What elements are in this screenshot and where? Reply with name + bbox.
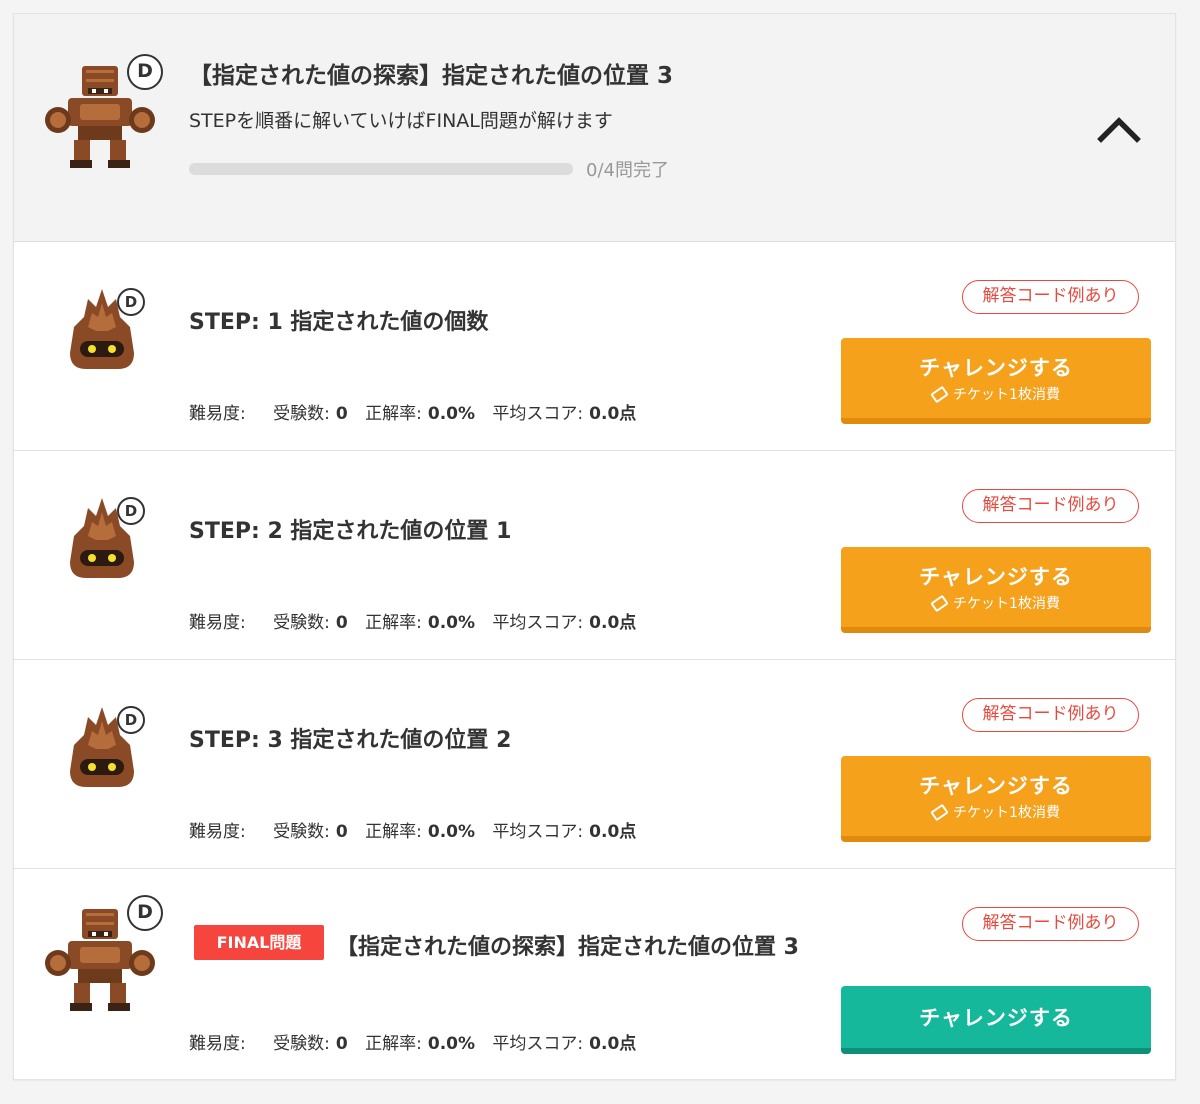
ticket-icon [930, 385, 949, 404]
final-row: D FINAL問題 【指定された値の探索】指定された値の位置 3 難易度: 受験… [14, 869, 1175, 1081]
ticket-icon [930, 803, 949, 822]
challenge-button[interactable]: チャレンジする チケット1枚消費 [841, 756, 1151, 842]
final-title: 【指定された値の探索】指定された値の位置 3 [336, 935, 799, 960]
accuracy-value: 0.0% [427, 822, 476, 842]
accuracy-value: 0.0% [427, 404, 476, 424]
step-stats: 難易度: 受験数: 0 正解率: 0.0% 平均スコア: 0.0点 [189, 399, 648, 424]
step-stats: 難易度: 受験数: 0 正解率: 0.0% 平均スコア: 0.0点 [189, 817, 648, 842]
accuracy-value: 0.0% [427, 613, 476, 633]
examinees-label: 受験数: [273, 1034, 330, 1054]
accuracy-label: 正解率: [365, 822, 422, 842]
challenge-label: チャレンジする [919, 356, 1073, 380]
step-row: D STEP: 1 指定された値の個数 難易度: 受験数: 0 正解率: 0.0% … [14, 242, 1175, 451]
page-title: 【指定された値の探索】指定された値の位置 3 [189, 63, 674, 89]
answer-code-badge: 解答コード例あり [962, 280, 1139, 314]
challenge-label: チャレンジする [919, 565, 1073, 589]
avg-score-value: 0.0点 [589, 613, 637, 633]
final-stats: 難易度: 受験数: 0 正解率: 0.0% 平均スコア: 0.0点 [189, 1029, 648, 1054]
difficulty-label: 難易度: [189, 822, 246, 842]
examinees-value: 0 [335, 613, 348, 633]
progress-bar [189, 163, 573, 175]
challenge-button[interactable]: チャレンジする チケット1枚消費 [841, 547, 1151, 633]
ticket-label: チケット1枚消費 [953, 805, 1060, 821]
challenge-button[interactable]: チャレンジする チケット1枚消費 [841, 338, 1151, 424]
rank-badge: D [117, 288, 145, 316]
page-subtitle: STEPを順番に解いていけばFINAL問題が解けます [189, 110, 613, 132]
accuracy-label: 正解率: [365, 1034, 422, 1054]
progress-label: 0/4問完了 [586, 160, 669, 181]
avg-score-value: 0.0点 [589, 404, 637, 424]
answer-code-badge: 解答コード例あり [962, 698, 1139, 732]
chevron-up-icon[interactable] [1096, 112, 1142, 144]
difficulty-label: 難易度: [189, 1034, 246, 1054]
examinees-label: 受験数: [273, 613, 330, 633]
ticket-label: チケット1枚消費 [953, 596, 1060, 612]
step-stats: 難易度: 受験数: 0 正解率: 0.0% 平均スコア: 0.0点 [189, 608, 648, 633]
avg-score-value: 0.0点 [589, 1034, 637, 1054]
step-row: D STEP: 2 指定された値の位置 1 難易度: 受験数: 0 正解率: 0.0… [14, 451, 1175, 660]
examinees-label: 受験数: [273, 822, 330, 842]
rank-badge: D [117, 497, 145, 525]
ticket-label: チケット1枚消費 [953, 387, 1060, 403]
step-title: STEP: 1 指定された値の個数 [189, 310, 489, 335]
avg-score-label: 平均スコア: [492, 404, 584, 424]
accuracy-label: 正解率: [365, 613, 422, 633]
accuracy-label: 正解率: [365, 404, 422, 424]
final-challenge-button[interactable]: チャレンジする [841, 986, 1151, 1054]
examinees-value: 0 [335, 1034, 348, 1054]
avg-score-value: 0.0点 [589, 822, 637, 842]
answer-code-badge: 解答コード例あり [962, 907, 1139, 941]
rank-badge: D [127, 895, 163, 931]
avg-score-label: 平均スコア: [492, 1034, 584, 1054]
ticket-icon [930, 594, 949, 613]
rank-badge: D [117, 706, 145, 734]
final-tag: FINAL問題 [194, 925, 324, 960]
examinees-value: 0 [335, 822, 348, 842]
step-title: STEP: 3 指定された値の位置 2 [189, 728, 512, 753]
answer-code-badge: 解答コード例あり [962, 489, 1139, 523]
challenge-label: チャレンジする [919, 1006, 1073, 1030]
examinees-value: 0 [335, 404, 348, 424]
examinees-label: 受験数: [273, 404, 330, 424]
difficulty-label: 難易度: [189, 404, 246, 424]
challenge-label: チャレンジする [919, 774, 1073, 798]
step-row: D STEP: 3 指定された値の位置 2 難易度: 受験数: 0 正解率: 0.0… [14, 660, 1175, 869]
difficulty-label: 難易度: [189, 613, 246, 633]
avg-score-label: 平均スコア: [492, 613, 584, 633]
accuracy-value: 0.0% [427, 1034, 476, 1054]
challenge-card: D 【指定された値の探索】指定された値の位置 3 STEPを順番に解いていけばF… [13, 13, 1176, 1080]
avg-score-label: 平均スコア: [492, 822, 584, 842]
step-title: STEP: 2 指定された値の位置 1 [189, 519, 512, 544]
challenge-header[interactable]: D 【指定された値の探索】指定された値の位置 3 STEPを順番に解いていけばF… [14, 14, 1175, 242]
rank-badge: D [127, 54, 163, 90]
